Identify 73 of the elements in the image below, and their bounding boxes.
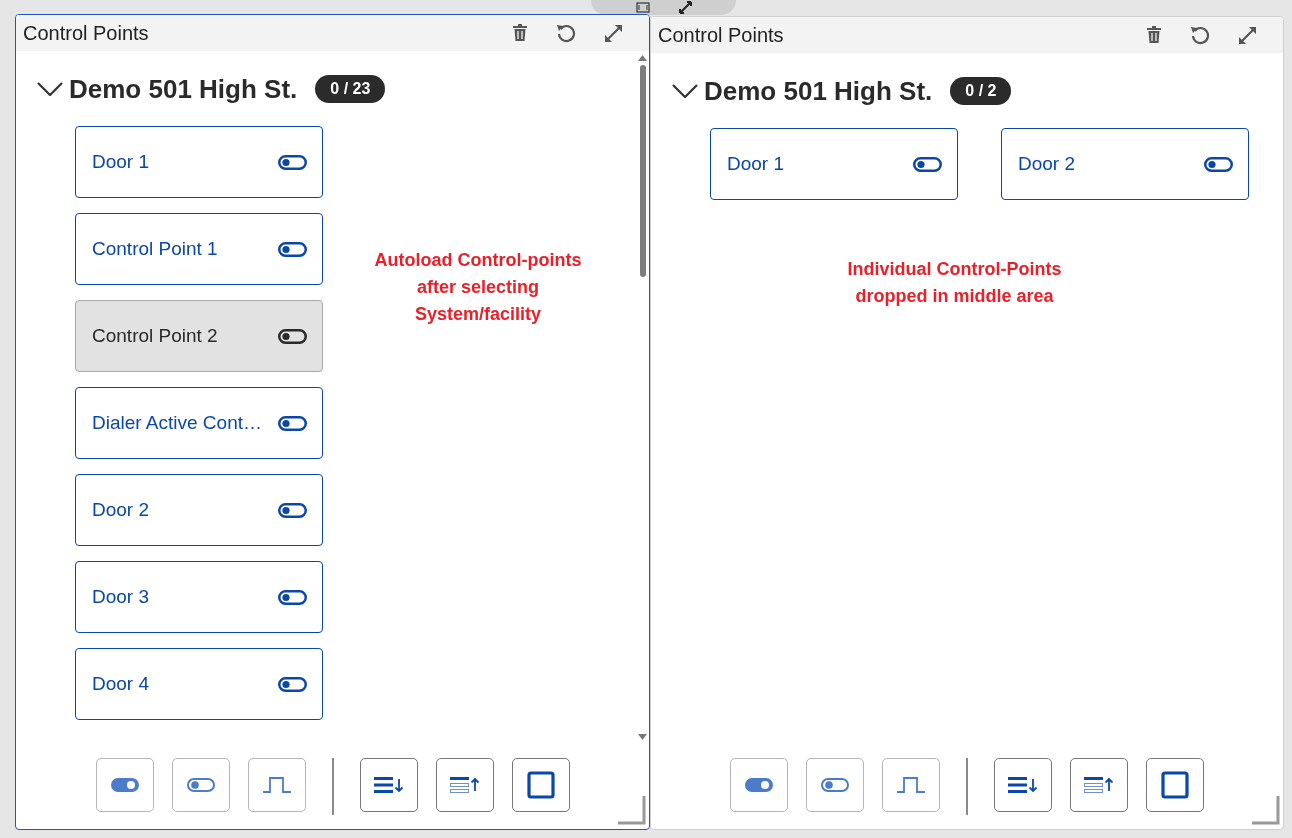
square-icon: [1161, 771, 1189, 799]
toggle-off-icon: [821, 778, 849, 792]
layout-handle[interactable]: [591, 0, 736, 15]
control-point-card[interactable]: Door 2: [1001, 128, 1249, 200]
toggle-icon: [278, 241, 307, 257]
toggle-icon: [278, 676, 307, 692]
control-point-label: Dialer Active Cont…: [92, 410, 262, 435]
control-point-label: Control Point 2: [92, 323, 218, 348]
reset-icon[interactable]: [1190, 25, 1210, 45]
panel-title: Control Points: [658, 23, 785, 48]
toggle-icon: [1204, 156, 1233, 172]
control-point-label: Door 1: [92, 149, 150, 174]
control-point-card[interactable]: Door 1: [75, 126, 323, 198]
list-down-icon: [373, 777, 404, 793]
control-point-card[interactable]: Door 3: [75, 561, 323, 633]
toggle-on-button[interactable]: [730, 758, 788, 812]
control-point-label: Control Point 1: [92, 236, 218, 261]
chevron-down-icon[interactable]: [672, 84, 698, 98]
control-point-label: Door 1: [727, 151, 785, 176]
toggle-icon: [278, 154, 307, 170]
list-up-icon: [449, 777, 480, 793]
square-icon: [526, 771, 555, 799]
toggle-off-button[interactable]: [171, 758, 230, 812]
trash-icon[interactable]: [1146, 26, 1162, 44]
list-down-icon: [1008, 777, 1038, 793]
square-button[interactable]: [511, 758, 570, 812]
toggle-on-button[interactable]: [95, 758, 154, 812]
panel-icon[interactable]: [635, 2, 650, 13]
expand-icon[interactable]: [1238, 25, 1257, 45]
toggle-icon: [278, 589, 307, 605]
pulse-icon: [262, 777, 291, 793]
group-title: Demo 501 High St.: [69, 72, 298, 106]
control-point-label: Door 2: [1018, 151, 1076, 176]
scroll-down-icon[interactable]: [638, 734, 647, 740]
toggle-icon: [278, 502, 307, 518]
count-badge: 0 / 2: [950, 77, 1012, 105]
count-badge: 0 / 23: [315, 75, 386, 103]
control-point-label: Door 4: [92, 671, 150, 696]
control-point-label: Door 3: [92, 584, 150, 609]
control-point-card[interactable]: Control Point 1: [75, 213, 323, 285]
annotation-text: Individual Control-Points dropped in middle area: [847, 258, 1062, 308]
toggle-icon: [278, 415, 307, 431]
group-title: Demo 501 High St.: [704, 74, 933, 108]
control-point-card[interactable]: Door 4: [75, 648, 323, 720]
pulse-icon: [897, 777, 925, 793]
control-point-card[interactable]: Door 1: [710, 128, 958, 200]
control-point-card[interactable]: Dialer Active Cont…: [75, 387, 323, 459]
sort-up-button[interactable]: [1070, 758, 1128, 812]
toggle-on-icon: [745, 778, 773, 792]
toggle-off-icon: [186, 778, 215, 792]
scroll-up-icon[interactable]: [638, 55, 647, 61]
toggle-off-button[interactable]: [806, 758, 864, 812]
control-point-card[interactable]: Door 2: [75, 474, 323, 546]
expand-icon[interactable]: [604, 23, 623, 43]
reset-icon[interactable]: [556, 23, 576, 43]
panel-title: Control Points: [23, 21, 150, 46]
sort-down-button[interactable]: [359, 758, 418, 812]
pulse-button[interactable]: [247, 758, 306, 812]
square-button[interactable]: [1146, 758, 1204, 812]
trash-icon[interactable]: [512, 24, 528, 42]
toggle-on-icon: [110, 778, 139, 792]
pulse-button[interactable]: [882, 758, 940, 812]
control-point-label: Door 2: [92, 497, 150, 522]
chevron-down-icon[interactable]: [37, 82, 63, 96]
expand-icon[interactable]: [678, 1, 692, 14]
sort-down-button[interactable]: [994, 758, 1052, 812]
resize-handle-icon[interactable]: [1252, 796, 1280, 826]
toggle-icon: [278, 328, 307, 344]
toggle-icon: [913, 156, 942, 172]
annotation-text: Autoload Control-points after selecting System/facility: [374, 249, 582, 326]
sort-up-button[interactable]: [435, 758, 494, 812]
list-up-icon: [1084, 777, 1114, 793]
resize-handle-icon[interactable]: [618, 796, 646, 826]
